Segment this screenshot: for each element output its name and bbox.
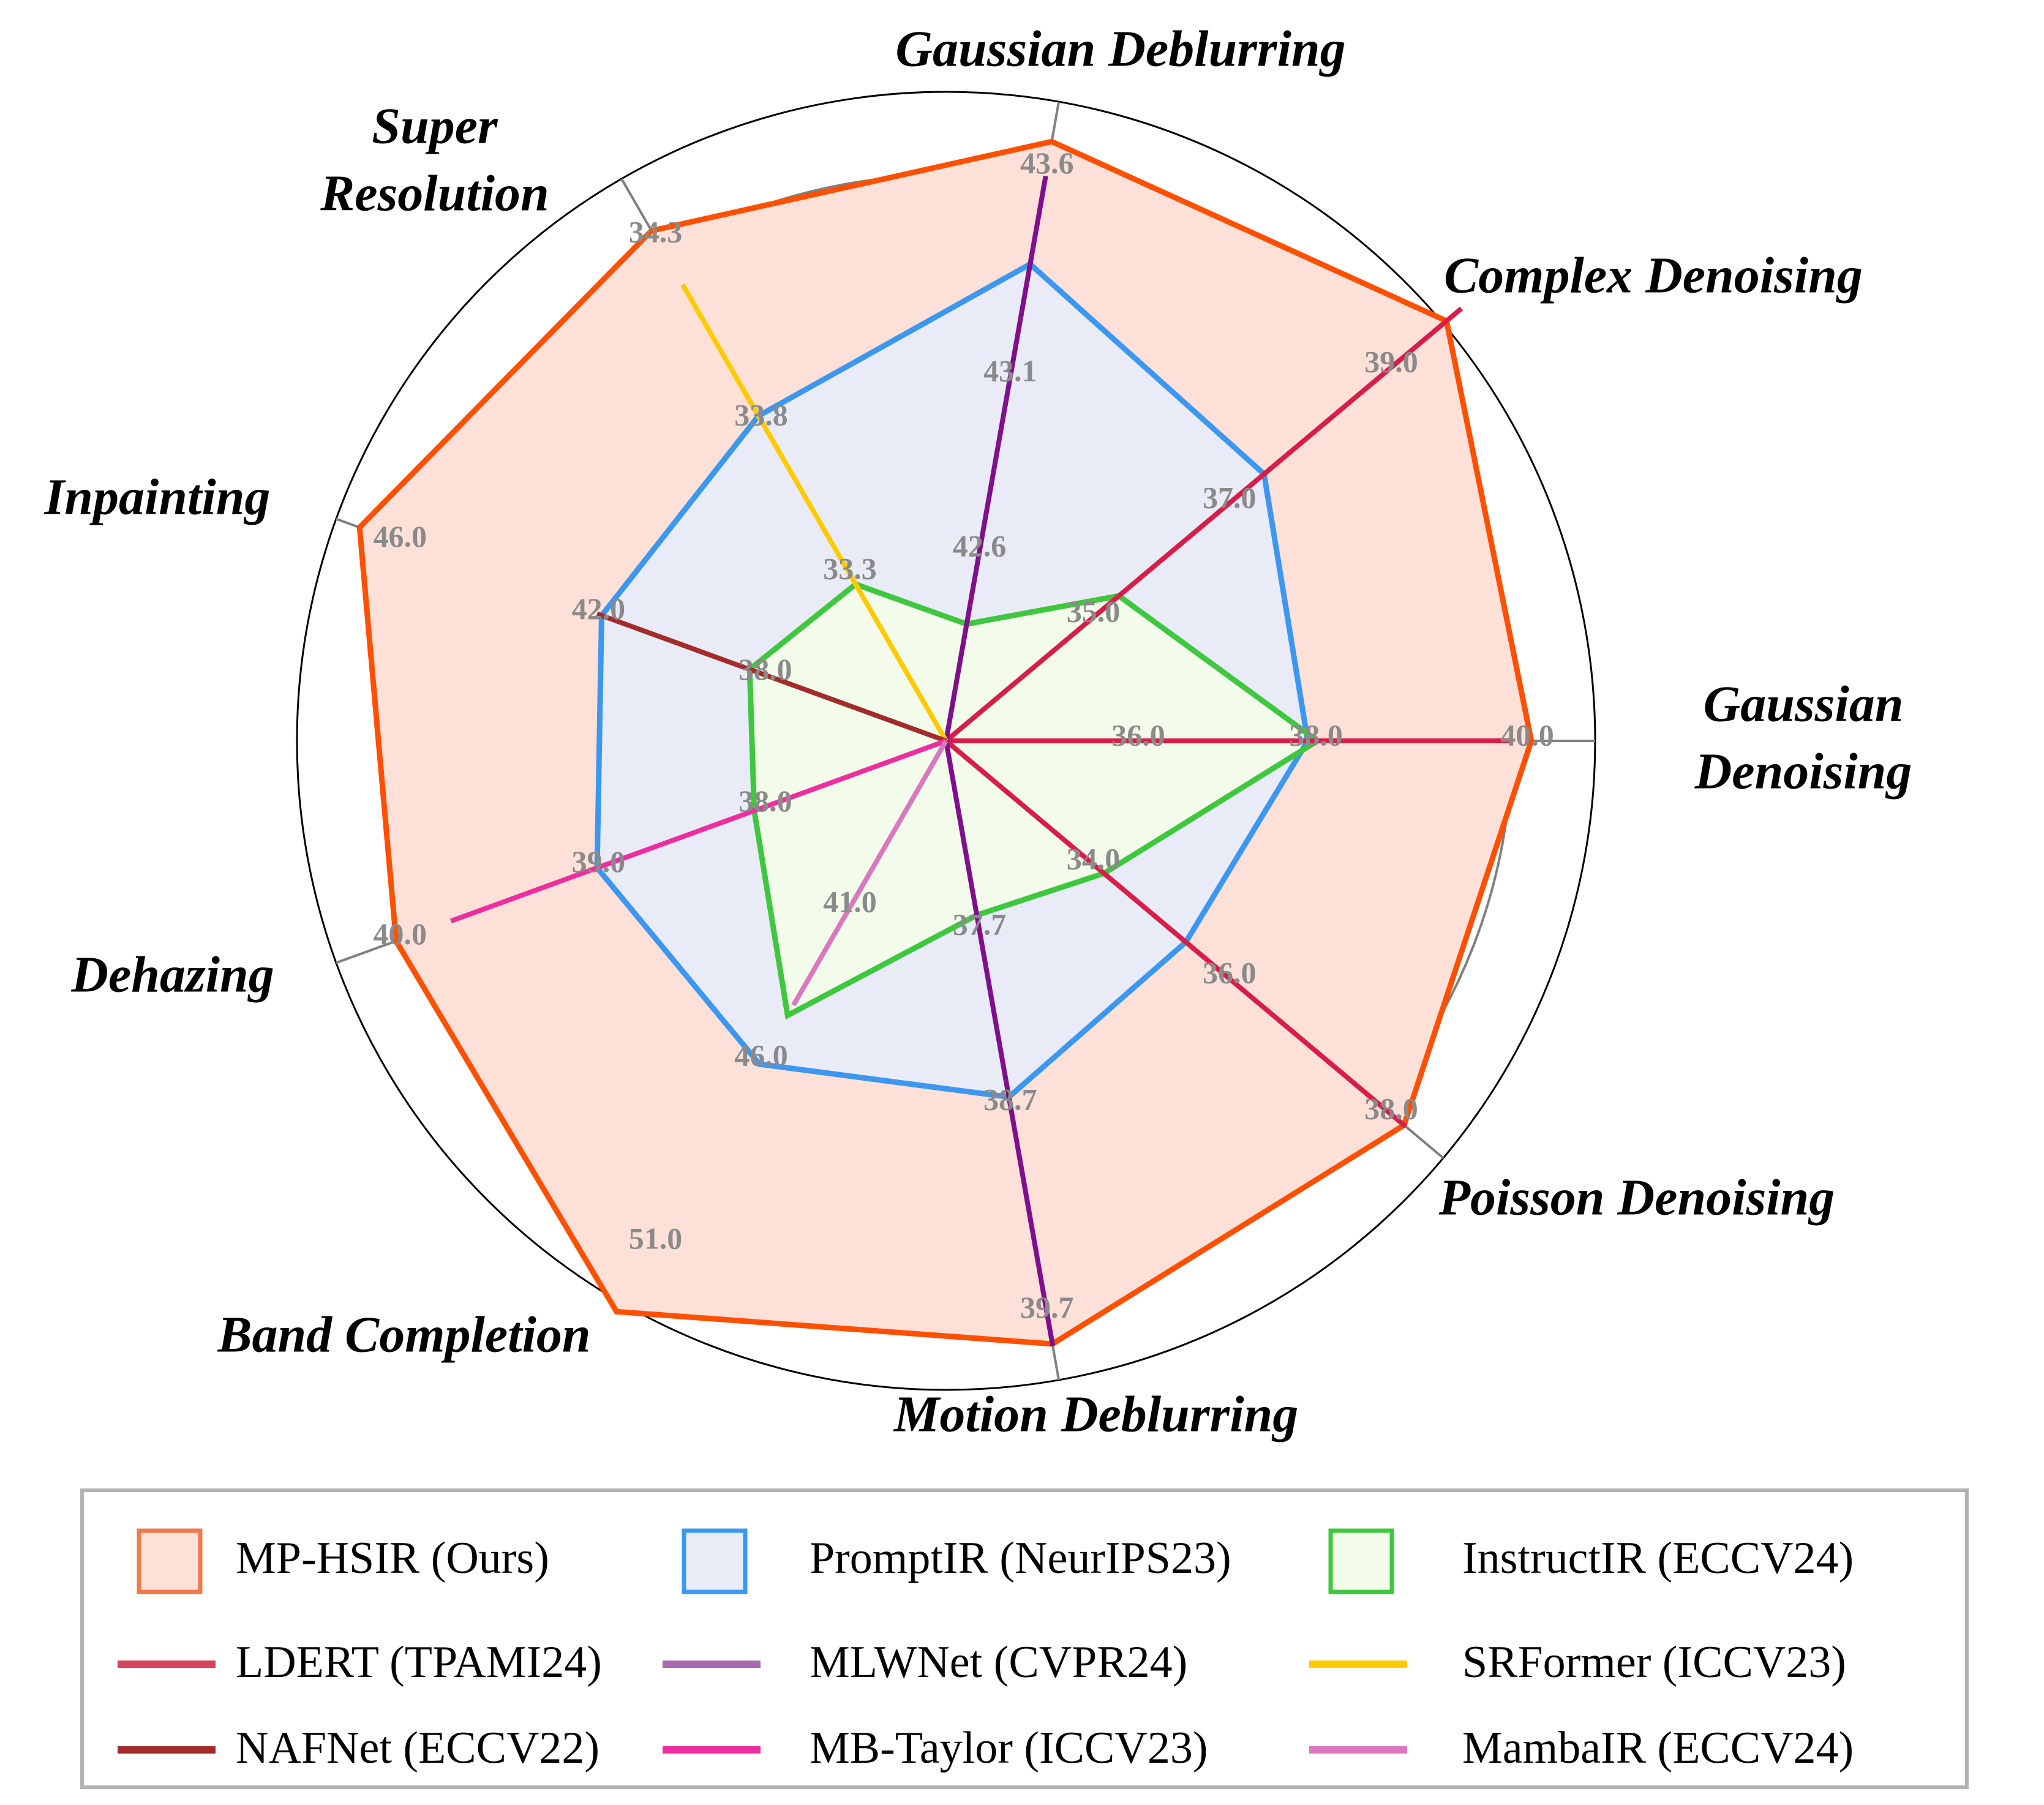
legend-swatch — [137, 1528, 203, 1594]
tick-label: 37.0 — [1203, 480, 1257, 514]
axis-label: Denoising — [1694, 743, 1912, 800]
tick-label: 38.0 — [738, 784, 792, 818]
tick-label: 35.0 — [1067, 595, 1121, 629]
tick-label: 38.0 — [1289, 718, 1343, 752]
tick-label: 39.0 — [572, 844, 626, 879]
axis-label: Super — [372, 97, 498, 154]
axis-label: Poisson Denoising — [1438, 1169, 1835, 1226]
tick-label: 42.6 — [953, 528, 1007, 563]
legend-label: NAFNet (ECCV22) — [236, 1723, 599, 1773]
tick-label: 37.7 — [953, 907, 1007, 942]
tick-label: 36.0 — [1111, 718, 1165, 752]
axis-label: Dehazing — [70, 946, 274, 1003]
tick-label: 34.3 — [629, 215, 683, 249]
legend-label: SRFormer (ICCV23) — [1462, 1637, 1846, 1687]
legend-label: LDERT (TPAMI24) — [236, 1637, 602, 1687]
tick-label: 36.0 — [1203, 956, 1257, 990]
tick-label: 41.0 — [823, 884, 877, 918]
tick-label: 33.3 — [823, 552, 877, 586]
tick-label: 38.0 — [1364, 1091, 1418, 1125]
axis-label: Complex Denoising — [1444, 247, 1863, 304]
tick-label: 43.1 — [983, 354, 1037, 388]
tick-label: 39.7 — [1020, 1290, 1074, 1324]
axis-label: Motion Deblurring — [893, 1386, 1299, 1443]
tick-label: 46.0 — [734, 1038, 788, 1073]
tick-label: 46.0 — [373, 519, 427, 554]
axis-label: Resolution — [320, 165, 549, 222]
legend-label: MLWNet (CVPR24) — [810, 1637, 1187, 1687]
legend-label: MambaIR (ECCV24) — [1462, 1723, 1854, 1773]
legend-label: MP-HSIR (Ours) — [236, 1533, 549, 1583]
axis-label: Band Completion — [217, 1306, 590, 1363]
tick-label: 38.7 — [983, 1082, 1037, 1116]
legend: MP-HSIR (Ours) PromptIR (NeurIPS23) Instru… — [80, 1488, 1969, 1789]
axis-label: Gaussian — [1704, 675, 1904, 732]
legend-label: MB-Taylor (ICCV23) — [810, 1723, 1208, 1773]
radar-chart: 20 36.038.040.035.037.039.042.643.143.63… — [44, 20, 1969, 1789]
tick-label: 39.0 — [1364, 344, 1418, 378]
tick-label: 33.8 — [734, 397, 788, 432]
tick-label: 42.0 — [572, 591, 626, 626]
legend-label: InstructIR (ECCV24) — [1462, 1533, 1854, 1583]
axis-label: Inpainting — [44, 468, 271, 525]
tick-label: 43.6 — [1020, 146, 1074, 180]
legend-label: PromptIR (NeurIPS23) — [810, 1533, 1231, 1583]
tick-label: 34.0 — [1067, 841, 1121, 876]
tick-label: 51.0 — [629, 1221, 683, 1255]
tick-label: 38.0 — [738, 652, 792, 686]
tick-label: 40.0 — [373, 917, 427, 951]
legend-swatch — [682, 1528, 748, 1594]
tick-label: 40.0 — [1500, 718, 1554, 752]
axis-label: Gaussian Deblurring — [895, 20, 1345, 77]
legend-swatch — [1328, 1528, 1394, 1594]
